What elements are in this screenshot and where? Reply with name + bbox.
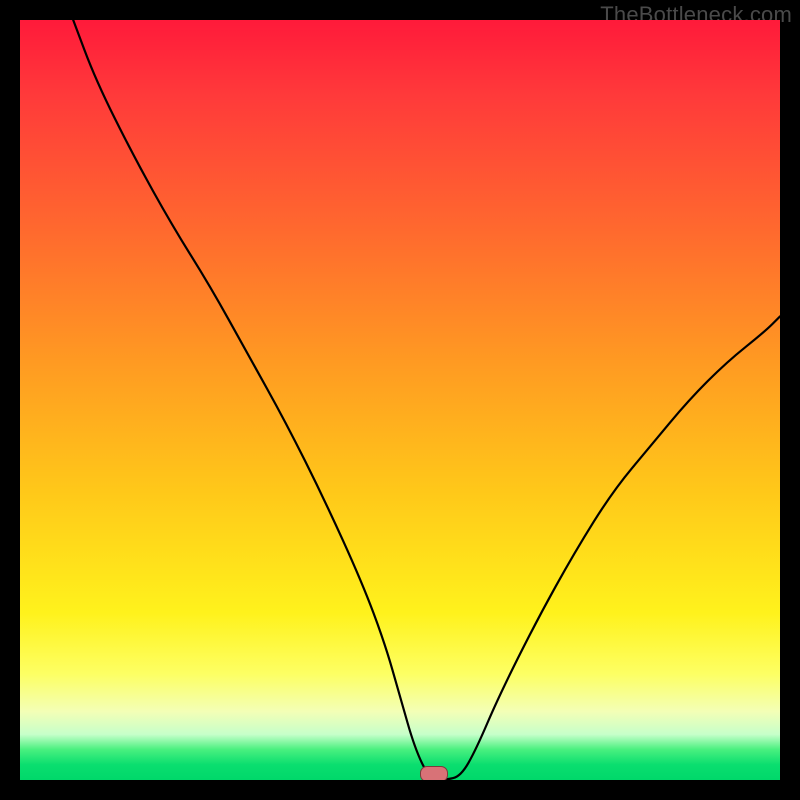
plot-area — [20, 20, 780, 780]
chart-frame: TheBottleneck.com — [0, 0, 800, 800]
bottleneck-curve — [20, 20, 780, 780]
